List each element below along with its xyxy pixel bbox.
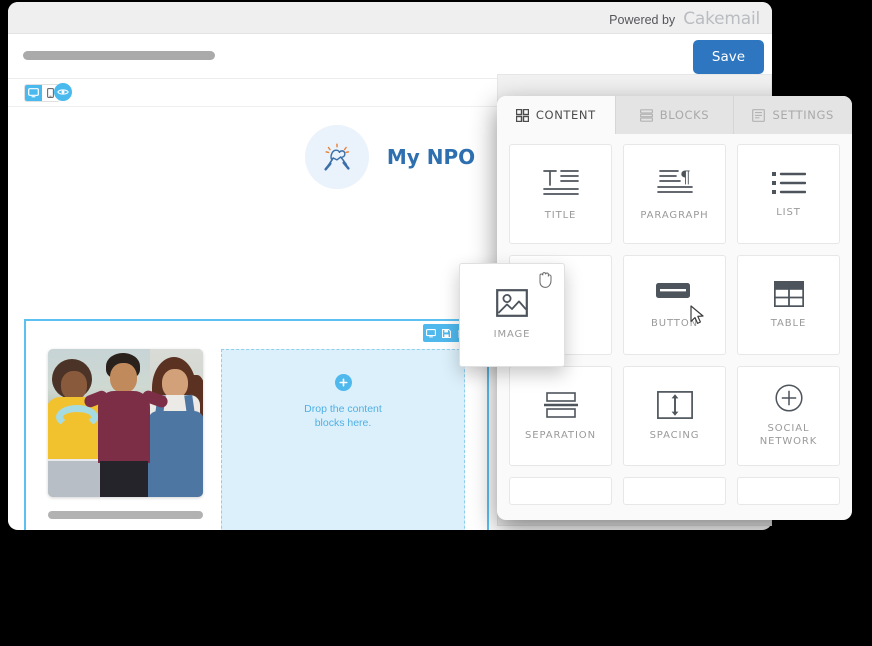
tab-settings-label: SETTINGS (772, 108, 834, 122)
row-display-tool[interactable] (424, 326, 438, 340)
grab-hand-cursor (539, 272, 552, 288)
block-card-spacing[interactable]: SPACING (623, 366, 726, 466)
block-card-social-network[interactable]: SOCIAL NETWORK (737, 366, 840, 466)
tab-blocks-label: BLOCKS (659, 108, 710, 122)
table-icon (773, 280, 804, 307)
block-card-table[interactable]: TABLE (737, 255, 840, 355)
block-card-separation[interactable]: SEPARATION (509, 366, 612, 466)
dropzone-label: Drop the content blocks here. (304, 403, 382, 430)
paragraph-icon: ¶ (656, 168, 693, 193)
block-label-list: LIST (776, 206, 801, 218)
dragging-block-label: IMAGE (493, 329, 531, 340)
block-card-button[interactable]: BUTTON (623, 255, 726, 355)
row-columns: Drop the content blocks here. (26, 321, 487, 530)
content-image[interactable] (48, 349, 203, 497)
powered-by-label: Powered by (609, 13, 676, 27)
preview-button[interactable] (54, 83, 72, 101)
block-label-separation: SEPARATION (525, 429, 596, 441)
button-icon (655, 282, 690, 298)
settings-doc-icon (752, 108, 766, 122)
block-label-table: TABLE (770, 317, 807, 329)
campaign-name-input[interactable] (23, 51, 215, 60)
social-network-icon (774, 384, 803, 412)
desktop-view-button[interactable] (25, 85, 42, 101)
screenshot-root: Powered by Cakemail Save My NPO Drop the… (0, 0, 872, 646)
image-icon (496, 289, 528, 317)
block-label-paragraph: PARAGRAPH (640, 209, 709, 221)
tab-blocks[interactable]: BLOCKS (616, 96, 735, 134)
window-topbar: Powered by Cakemail (8, 2, 772, 34)
block-card-list[interactable]: LIST (737, 144, 840, 244)
tab-settings[interactable]: SETTINGS (734, 96, 852, 134)
plus-circle-icon (338, 378, 348, 387)
email-content-row[interactable]: Drop the content blocks here. (24, 319, 489, 530)
block-label-spacing: SPACING (649, 429, 700, 441)
spacing-icon (656, 390, 693, 419)
cakemail-logo: Cakemail (683, 9, 760, 29)
mobile-icon (47, 88, 54, 98)
email-brand-name: My NPO (386, 145, 476, 169)
block-label-social-network: SOCIAL NETWORK (759, 423, 818, 447)
grid-icon (515, 108, 529, 122)
block-card-paragraph[interactable]: ¶ PARAGRAPH (623, 144, 726, 244)
tab-content[interactable]: CONTENT (497, 96, 616, 134)
list-icon (771, 171, 806, 194)
block-card-next-1[interactable] (509, 477, 612, 505)
column-left (48, 349, 203, 530)
panel-tabs: CONTENT BLOCKS SETTINGS (497, 96, 852, 134)
mouse-pointer-cursor (690, 305, 704, 324)
block-label-title: TITLE (544, 209, 577, 221)
svg-text:¶: ¶ (680, 168, 691, 188)
row-save-tool[interactable] (439, 326, 453, 340)
desktop-icon (28, 88, 39, 98)
layers-icon (639, 108, 653, 122)
handshake-icon (324, 143, 350, 171)
monitor-icon (426, 328, 436, 337)
logo-container (304, 125, 369, 189)
content-dropzone[interactable]: Drop the content blocks here. (221, 349, 465, 530)
eye-icon (57, 89, 69, 95)
separation-icon (543, 391, 578, 418)
save-icon (441, 328, 451, 338)
block-card-title[interactable]: TITLE (509, 144, 612, 244)
campaign-name-bar: Save (8, 34, 772, 79)
content-text-placeholder[interactable] (48, 511, 203, 530)
block-card-next-3[interactable] (737, 477, 840, 505)
save-button[interactable]: Save (693, 40, 764, 74)
powered-by-block: Powered by Cakemail (609, 9, 760, 29)
block-card-next-2[interactable] (623, 477, 726, 505)
tab-content-label: CONTENT (535, 108, 596, 122)
dragging-block-image[interactable]: IMAGE (459, 263, 565, 367)
title-icon (542, 169, 579, 195)
drop-add-icon-container (334, 374, 352, 391)
